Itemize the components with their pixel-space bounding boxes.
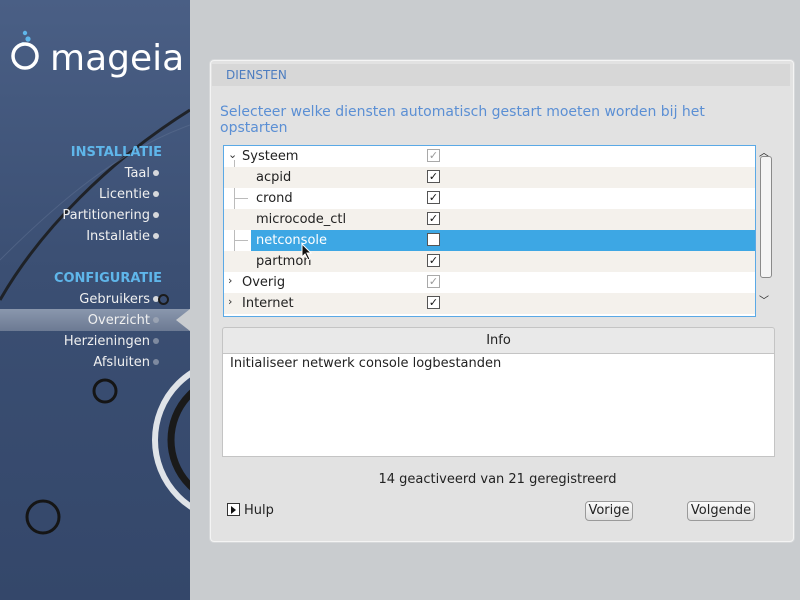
step-done-dot-icon — [153, 170, 159, 176]
mouse-cursor-icon — [301, 243, 313, 261]
checkbox-checked[interactable]: ✓ — [427, 254, 440, 267]
expander-closed-icon[interactable]: › — [228, 274, 232, 287]
next-button[interactable]: Volgende — [687, 501, 755, 521]
play-triangle-icon — [227, 503, 240, 516]
info-header: Info — [222, 327, 775, 354]
help-button[interactable]: Hulp — [227, 503, 274, 518]
step-ring-icon — [158, 294, 169, 305]
sidebar: mageia INSTALLATIE Taal Licentie Partiti… — [0, 0, 190, 600]
step-herzieningen: Herzieningen — [63, 334, 150, 349]
tree-row-label: crond — [256, 191, 293, 206]
step-afsluiten: Afsluiten — [93, 355, 150, 370]
step-pending-dot-icon — [153, 338, 159, 344]
expander-closed-icon[interactable]: › — [228, 295, 232, 308]
checkbox-checked-dim[interactable]: ✓ — [427, 275, 440, 288]
tree-row-label: microcode_ctl — [256, 212, 347, 227]
checkbox-checked[interactable]: ✓ — [427, 170, 440, 183]
logo-text: mageia — [50, 38, 185, 79]
step-overzicht: Overzicht — [87, 313, 150, 328]
step-installatie: Installatie — [86, 229, 150, 244]
section-title-installatie: INSTALLATIE — [70, 145, 162, 160]
panel-title: DIENSTEN — [226, 68, 287, 82]
tree-row-label: acpid — [256, 170, 292, 185]
scrollbar-thumb[interactable] — [760, 156, 772, 278]
tree-row-label: Overig — [242, 275, 286, 290]
step-done-dot-icon — [153, 191, 159, 197]
previous-button[interactable]: Vorige — [585, 501, 633, 521]
step-gebruikers: Gebruikers — [79, 292, 150, 307]
step-taal: Taal — [124, 166, 150, 181]
tree-row-label: Systeem — [242, 149, 299, 164]
tree-row-label: Internet — [242, 296, 294, 311]
step-pending-dot-icon — [153, 359, 159, 365]
checkbox-checked[interactable]: ✓ — [427, 191, 440, 204]
checkbox-checked[interactable]: ✓ — [427, 296, 440, 309]
step-done-dot-icon — [153, 233, 159, 239]
info-header-label: Info — [486, 333, 511, 348]
scroll-down-arrow-icon[interactable]: ﹀ — [759, 292, 769, 307]
step-licentie: Licentie — [99, 187, 150, 202]
step-pending-dot-icon — [153, 317, 159, 323]
step-partitionering: Partitionering — [62, 208, 150, 223]
checkbox-checked-dim[interactable]: ✓ — [427, 149, 440, 162]
tree-row-crond[interactable]: crond ✓ — [224, 188, 755, 209]
tree-row-netconsole[interactable]: netconsole — [251, 230, 755, 251]
instruction-text: Selecteer welke diensten automatisch ges… — [220, 104, 705, 136]
tree-row-overig[interactable]: › Overig ✓ — [224, 272, 755, 293]
tree-row-systeem[interactable]: ⌄ Systeem ✓ — [224, 146, 755, 167]
help-label: Hulp — [244, 503, 274, 518]
info-text: Initialiseer netwerk console logbestande… — [230, 356, 502, 371]
section-title-configuratie: CONFIGURATIE — [53, 271, 162, 286]
panel-titlebar — [212, 64, 790, 86]
tree-row-acpid[interactable]: acpid ✓ — [224, 167, 755, 188]
active-step-arrow-icon — [176, 309, 190, 331]
tree-row-microcode-ctl[interactable]: microcode_ctl ✓ — [224, 209, 755, 230]
step-done-dot-icon — [153, 212, 159, 218]
tree-row-label: netconsole — [256, 233, 328, 248]
services-counter: 14 geactiveerd van 21 geregistreerd — [378, 472, 617, 487]
checkbox-unchecked[interactable] — [427, 233, 440, 246]
tree-row-internet[interactable]: › Internet ✓ — [224, 293, 755, 314]
tree-guide-line — [234, 240, 248, 241]
checkbox-checked[interactable]: ✓ — [427, 212, 440, 225]
info-box: Initialiseer netwerk console logbestande… — [222, 353, 775, 457]
expander-open-icon[interactable]: ⌄ — [228, 148, 237, 161]
services-tree[interactable]: ⌄ Systeem ✓ acpid ✓ crond ✓ microcode_ct… — [223, 145, 756, 317]
